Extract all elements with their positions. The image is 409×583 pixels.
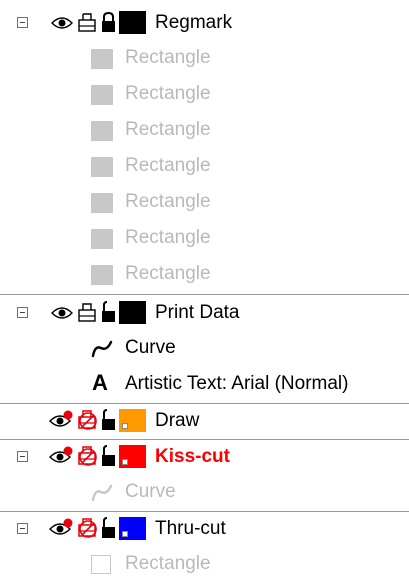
object-row[interactable]: Rectangle [0,113,409,149]
object-row[interactable]: Rectangle [0,257,409,293]
object-label: Rectangle [125,119,211,140]
printer-icon[interactable] [77,302,97,323]
rectangle-outline-icon [91,555,111,574]
object-label: Rectangle [125,155,211,176]
object-label: Rectangle [125,191,211,212]
rectangle-icon [91,121,113,141]
object-label: Artistic Text: Arial (Normal) [125,373,349,394]
layer-color-swatch[interactable] [119,445,146,468]
object-label: Rectangle [125,47,211,68]
collapse-toggle-icon[interactable] [17,307,28,318]
object-row[interactable]: Rectangle [0,149,409,185]
layer-name-regmark[interactable]: Regmark [155,12,232,34]
object-row[interactable]: Curve [0,331,409,367]
lock-icon[interactable] [100,11,117,34]
eye-icon[interactable] [49,410,75,430]
layer-row-draw[interactable]: Draw [0,403,409,439]
eye-icon[interactable] [49,446,75,466]
object-row[interactable]: Rectangle [0,221,409,257]
collapse-toggle-icon[interactable] [17,523,28,534]
object-label: Rectangle [125,263,211,284]
eye-icon[interactable] [51,14,73,32]
object-label: Rectangle [125,83,211,104]
unlock-icon[interactable] [100,301,117,324]
printer-icon[interactable] [77,409,99,431]
rectangle-icon [91,265,113,285]
rectangle-icon [91,157,113,177]
object-row[interactable]: A Artistic Text: Arial (Normal) [0,367,409,403]
layer-color-swatch[interactable] [119,301,146,324]
printer-icon[interactable] [77,517,99,539]
rectangle-icon [91,85,113,105]
layer-name-draw[interactable]: Draw [155,410,199,432]
collapse-toggle-icon[interactable] [17,17,28,28]
rectangle-icon [91,229,113,249]
object-row[interactable]: Curve [0,475,409,511]
curve-icon [91,484,113,502]
layer-color-swatch[interactable] [119,517,146,540]
object-row[interactable]: Rectangle [0,41,409,77]
object-label: Curve [125,481,176,502]
curve-icon [91,340,113,358]
object-row[interactable]: Rectangle [0,185,409,221]
layer-row-thru-cut[interactable]: Thru-cut [0,511,409,547]
unlock-icon[interactable] [100,517,117,540]
object-label: Rectangle [125,553,211,574]
printer-icon[interactable] [77,12,97,33]
rectangle-icon [91,49,113,69]
layer-name-kiss-cut[interactable]: Kiss-cut [155,446,230,468]
unlock-icon[interactable] [100,409,117,432]
layer-name-print-data[interactable]: Print Data [155,302,239,324]
collapse-toggle-icon[interactable] [17,451,28,462]
layer-row-regmark[interactable]: Regmark [0,5,409,41]
layer-color-swatch[interactable] [119,409,146,432]
rectangle-icon [91,193,113,213]
object-row[interactable]: Rectangle [0,547,409,583]
object-manager-layer-tree: Regmark Rectangle Rectangle Rectangle Re… [0,0,409,579]
object-row[interactable]: Rectangle [0,77,409,113]
artistic-text-icon: A [92,370,108,395]
layer-row-kiss-cut[interactable]: Kiss-cut [0,439,409,475]
object-label: Rectangle [125,227,211,248]
object-label: Curve [125,337,176,358]
unlock-icon[interactable] [100,445,117,468]
eye-icon[interactable] [51,304,73,322]
layer-row-print-data[interactable]: Print Data [0,295,409,331]
printer-icon[interactable] [77,445,99,467]
layer-name-thru-cut[interactable]: Thru-cut [155,518,226,540]
eye-icon[interactable] [49,518,75,538]
layer-color-swatch[interactable] [119,11,146,34]
